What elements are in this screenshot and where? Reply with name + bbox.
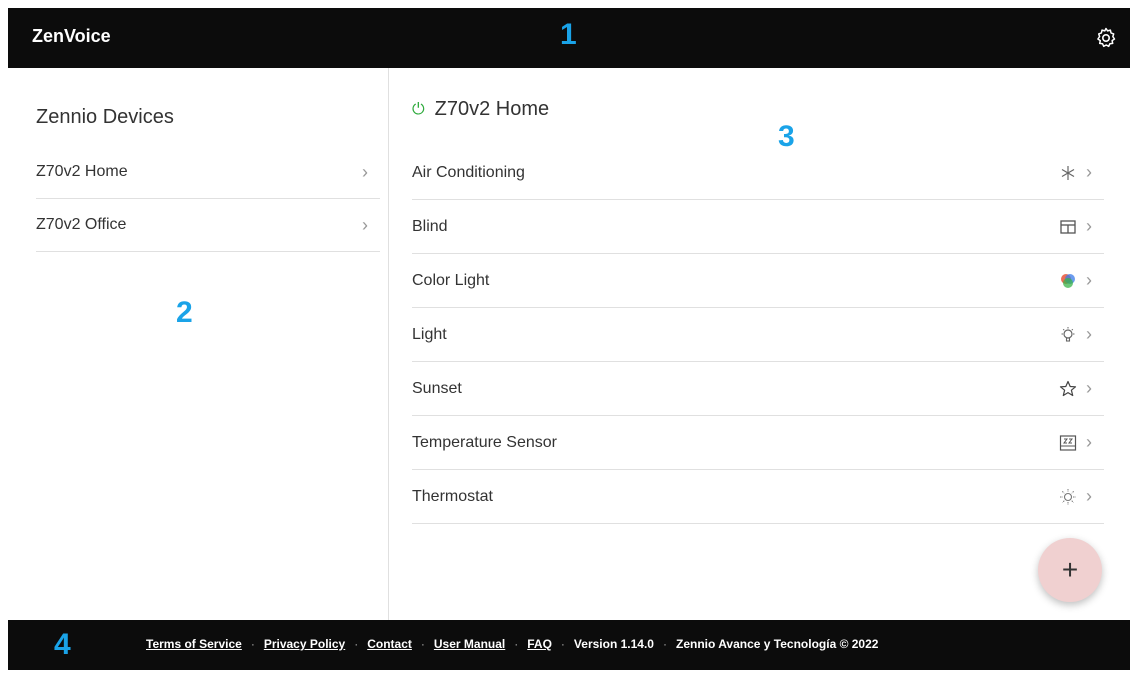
star-icon (1059, 380, 1077, 396)
chevron-right-icon: › (362, 161, 368, 182)
chevron-right-icon: › (1086, 270, 1092, 290)
app-title: ZenVoice (32, 26, 111, 46)
chevron-right-icon: › (1086, 162, 1092, 182)
contact-link[interactable]: Contact (367, 637, 412, 651)
device-item-z70v2-home[interactable]: Z70v2 Home › (36, 146, 380, 199)
faq-link[interactable]: FAQ (527, 637, 552, 651)
category-light[interactable]: Light › (412, 308, 1104, 362)
category-thermostat[interactable]: Thermostat › (412, 470, 1104, 524)
category-label: Air Conditioning (412, 163, 525, 181)
chevron-right-icon: › (1086, 378, 1092, 398)
copyright-text: Zennio Avance y Tecnología © 2022 (675, 637, 879, 651)
separator: · (354, 637, 359, 651)
category-label: Temperature Sensor (412, 433, 557, 451)
callout-2: 2 (176, 296, 193, 329)
category-label: Light (412, 325, 447, 343)
category-label: Blind (412, 217, 448, 235)
user-manual-link[interactable]: User Manual (434, 637, 505, 651)
gear-icon[interactable] (1094, 26, 1118, 50)
category-air-conditioning[interactable]: Air Conditioning › (412, 146, 1104, 200)
detail-header: ⏻ Z70v2 Home (412, 98, 549, 121)
category-label: Color Light (412, 271, 490, 289)
footer: 4 Terms of Service · Privacy Policy · Co… (8, 620, 1130, 670)
category-color-light[interactable]: Color Light › (412, 254, 1104, 308)
device-label: Z70v2 Home (36, 163, 128, 180)
category-label: Thermostat (412, 487, 493, 505)
separator: · (250, 637, 255, 651)
category-sunset[interactable]: Sunset › (412, 362, 1104, 416)
bulb-icon (1061, 326, 1075, 342)
separator: · (560, 637, 565, 651)
app-frame: ZenVoice 1 Zennio Devices Z70v2 Home › Z… (8, 8, 1130, 670)
version-text: Version 1.14.0 (573, 637, 654, 651)
sun-icon (1060, 488, 1076, 505)
callout-4: 4 (54, 628, 71, 661)
devices-panel: Zennio Devices Z70v2 Home › Z70v2 Office… (8, 68, 389, 620)
terms-link[interactable]: Terms of Service (146, 637, 242, 651)
category-list: Air Conditioning › Blind › Color Light ›… (412, 146, 1104, 524)
chevron-right-icon: › (1086, 324, 1092, 344)
add-button[interactable]: + (1038, 538, 1102, 602)
devices-list: Z70v2 Home › Z70v2 Office › (36, 146, 380, 252)
device-detail-panel: ⏻ Z70v2 Home 3 Air Conditioning › Blind (388, 68, 1130, 620)
footer-links: Terms of Service · Privacy Policy · Cont… (146, 637, 878, 651)
separator: · (420, 637, 425, 651)
privacy-link[interactable]: Privacy Policy (264, 637, 345, 651)
chevron-right-icon: › (1086, 486, 1092, 506)
detail-title: Z70v2 Home (434, 98, 550, 120)
category-temperature-sensor[interactable]: Temperature Sensor › (412, 416, 1104, 470)
snowflake-icon (1061, 165, 1075, 180)
color-light-icon (1061, 273, 1075, 288)
separator: · (662, 637, 667, 651)
devices-title: Zennio Devices (36, 106, 174, 128)
category-label: Sunset (412, 379, 462, 397)
chevron-right-icon: › (362, 214, 368, 235)
power-icon[interactable]: ⏻ (412, 101, 425, 119)
category-blind[interactable]: Blind › (412, 200, 1104, 254)
blind-icon (1060, 219, 1076, 234)
device-item-z70v2-office[interactable]: Z70v2 Office › (36, 199, 380, 252)
top-bar: ZenVoice 1 (8, 8, 1130, 68)
separator: · (514, 637, 519, 651)
device-label: Z70v2 Office (36, 216, 127, 233)
chevron-right-icon: › (1086, 216, 1092, 236)
chevron-right-icon: › (1086, 432, 1092, 452)
temperature-sensor-icon (1059, 434, 1077, 451)
callout-1: 1 (560, 18, 577, 51)
